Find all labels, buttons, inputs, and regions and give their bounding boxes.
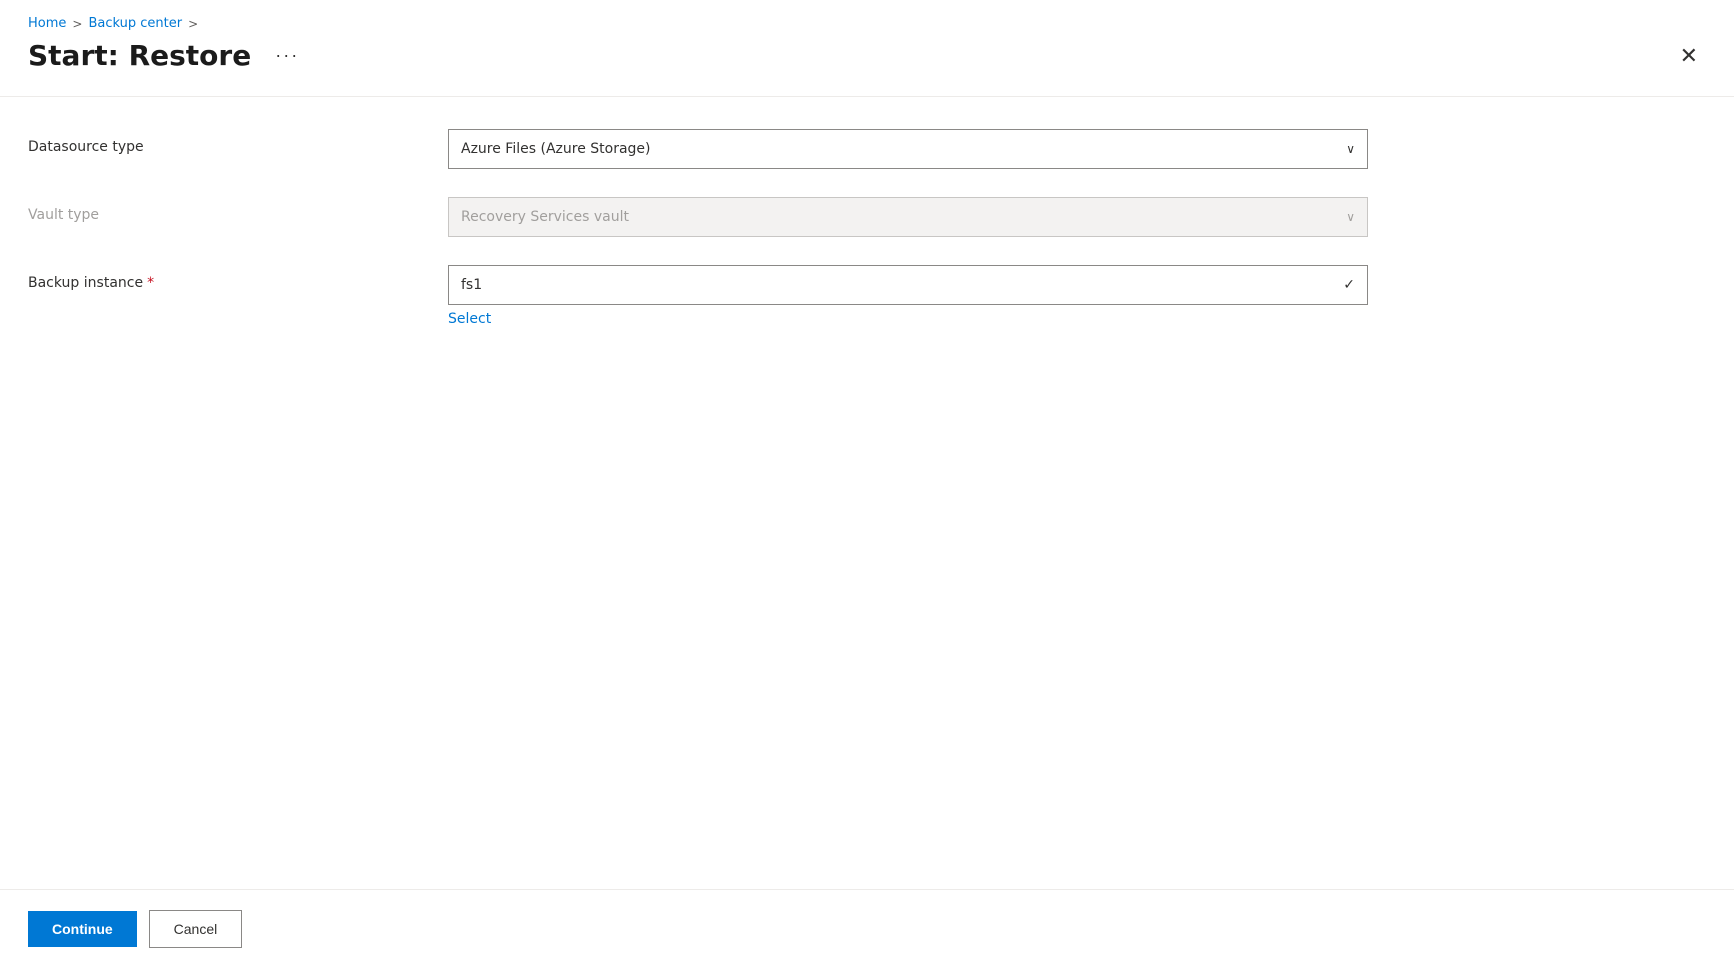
vault-type-row: Vault type Recovery Services vault ∨ — [28, 197, 1428, 237]
required-star: * — [147, 275, 154, 291]
select-link[interactable]: Select — [448, 311, 491, 327]
title-left: Start: Restore ··· — [28, 39, 307, 72]
page-container: Home > Backup center > Start: Restore ··… — [0, 0, 1734, 968]
backup-instance-label: Backup instance* — [28, 265, 448, 291]
backup-instance-control: fs1 ✓ Select — [448, 265, 1368, 327]
ellipsis-button[interactable]: ··· — [267, 41, 307, 70]
cancel-button[interactable]: Cancel — [149, 910, 243, 948]
page-title: Start: Restore — [28, 39, 251, 72]
title-row: Start: Restore ··· ✕ — [0, 31, 1734, 96]
vault-type-control: Recovery Services vault ∨ — [448, 197, 1368, 237]
datasource-type-control: Azure Files (Azure Storage) ∨ — [448, 129, 1368, 169]
backup-instance-input[interactable]: fs1 ✓ — [448, 265, 1368, 305]
vault-type-label: Vault type — [28, 197, 448, 223]
vault-chevron-down-icon: ∨ — [1346, 210, 1355, 224]
continue-button[interactable]: Continue — [28, 911, 137, 947]
vault-type-dropdown[interactable]: Recovery Services vault ∨ — [448, 197, 1368, 237]
close-button[interactable]: ✕ — [1672, 41, 1706, 71]
datasource-type-row: Datasource type Azure Files (Azure Stora… — [28, 129, 1428, 169]
breadcrumb-home[interactable]: Home — [28, 16, 66, 31]
checkmark-icon: ✓ — [1343, 277, 1355, 293]
backup-instance-row: Backup instance* fs1 ✓ Select — [28, 265, 1428, 327]
breadcrumb-separator-1: > — [72, 17, 82, 31]
main-content: Datasource type Azure Files (Azure Stora… — [0, 97, 1734, 889]
datasource-type-dropdown[interactable]: Azure Files (Azure Storage) ∨ — [448, 129, 1368, 169]
chevron-down-icon: ∨ — [1346, 142, 1355, 156]
breadcrumb-backup-center[interactable]: Backup center — [88, 16, 182, 31]
breadcrumb-separator-2: > — [188, 17, 198, 31]
footer: Continue Cancel — [0, 889, 1734, 968]
datasource-type-label: Datasource type — [28, 129, 448, 155]
breadcrumb: Home > Backup center > — [0, 0, 1734, 31]
datasource-type-value: Azure Files (Azure Storage) — [461, 141, 651, 157]
vault-type-value: Recovery Services vault — [461, 209, 629, 225]
form-section: Datasource type Azure Files (Azure Stora… — [28, 129, 1428, 327]
backup-instance-value: fs1 — [461, 277, 482, 293]
